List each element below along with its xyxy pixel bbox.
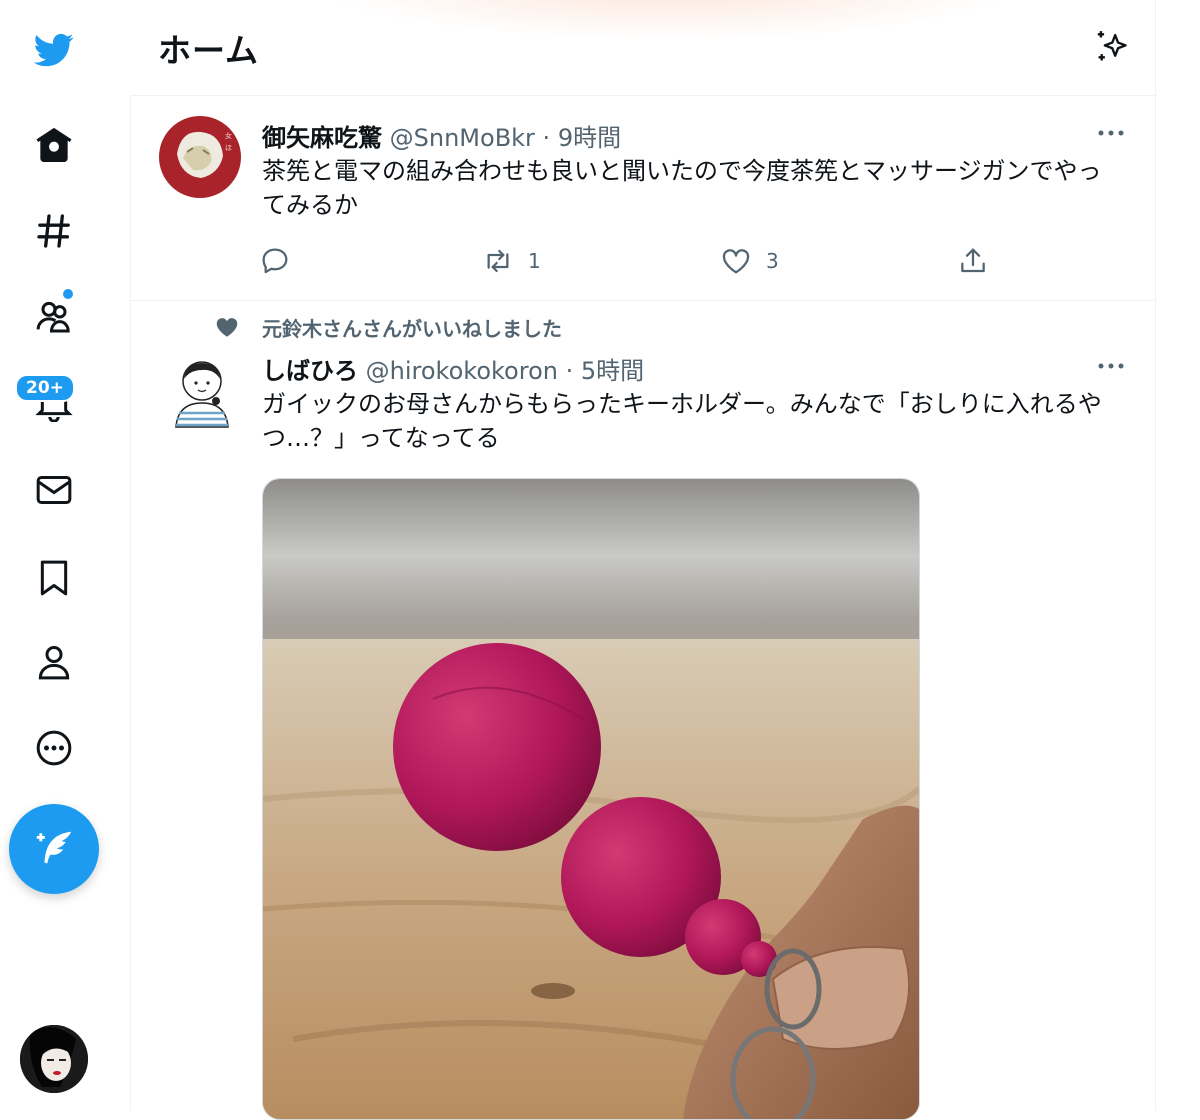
envelope-icon[interactable] (22, 458, 86, 522)
timestamp[interactable]: 9時間 (558, 124, 621, 152)
share-icon (961, 248, 985, 273)
timeline-header: ホーム (130, 0, 1155, 96)
compose-feather-icon (36, 831, 72, 864)
notification-badge: 20+ (15, 374, 75, 402)
svg-text:女: 女 (225, 131, 232, 140)
author-name[interactable]: 御矢麻吃驚 (262, 124, 382, 152)
tweet-text: ガイックのお母さんからもらったキーホルダー。みんなで「おしりに入れるやつ…？」っ… (262, 390, 1102, 452)
retweet-button[interactable]: 1 (482, 245, 541, 277)
home-icon[interactable] (22, 113, 86, 177)
tweet-author-line: しばひろ @hirokokokoron · 5時間 (262, 351, 644, 386)
heart-icon (722, 249, 750, 274)
tweet-photo[interactable] (262, 478, 920, 1120)
more-dots-icon[interactable] (1096, 118, 1126, 148)
retweet-icon (487, 249, 509, 273)
author-handle[interactable]: @hirokokokoron (366, 357, 558, 385)
retweet-count: 1 (528, 249, 541, 273)
page-title: ホーム (158, 31, 260, 70)
timeline: ホーム 女 ほ 御矢麻吃驚 @SnnMoBkr · 9時間 茶筅と電マの組み合わ… (130, 0, 1156, 1120)
svg-text:ほ: ほ (225, 144, 232, 152)
heart-filled-icon (216, 318, 238, 337)
person-icon[interactable] (22, 630, 86, 694)
bookmark-icon[interactable] (22, 546, 86, 610)
like-count: 3 (766, 249, 779, 273)
author-handle[interactable]: @SnnMoBkr (390, 124, 535, 152)
twitter-logo-icon[interactable] (22, 18, 86, 82)
separator: · (534, 124, 558, 152)
reply-button[interactable] (259, 245, 305, 277)
avatar[interactable]: 女 ほ (159, 116, 241, 198)
left-nav: 20+ (0, 0, 131, 1111)
hashtag-icon[interactable] (22, 199, 86, 263)
timestamp[interactable]: 5時間 (581, 357, 644, 385)
separator: · (557, 357, 581, 385)
more-circle-icon[interactable] (22, 716, 86, 780)
like-button[interactable]: 3 (720, 245, 779, 277)
author-name[interactable]: しばひろ (262, 357, 358, 385)
tweet-author-line: 御矢麻吃驚 @SnnMoBkr · 9時間 (262, 118, 621, 153)
tweet[interactable]: 女 ほ 御矢麻吃驚 @SnnMoBkr · 9時間 茶筅と電マの組み合わせも良い… (130, 96, 1155, 300)
sparkle-icon[interactable] (1093, 28, 1131, 66)
user-avatar[interactable] (20, 1025, 88, 1093)
compose-button[interactable] (9, 804, 99, 894)
reply-icon (262, 248, 288, 274)
avatar[interactable] (170, 359, 234, 429)
tweet-text: 茶筅と電マの組み合わせも良いと聞いたので今度茶筅とマッサージガンでやってみるか (262, 157, 1102, 219)
social-context[interactable]: 元鈴木さんさんがいいねしました (262, 313, 562, 342)
people-icon[interactable] (22, 284, 86, 348)
share-button[interactable] (957, 245, 1003, 277)
unread-dot (63, 289, 73, 299)
more-dots-icon[interactable] (1096, 351, 1126, 381)
